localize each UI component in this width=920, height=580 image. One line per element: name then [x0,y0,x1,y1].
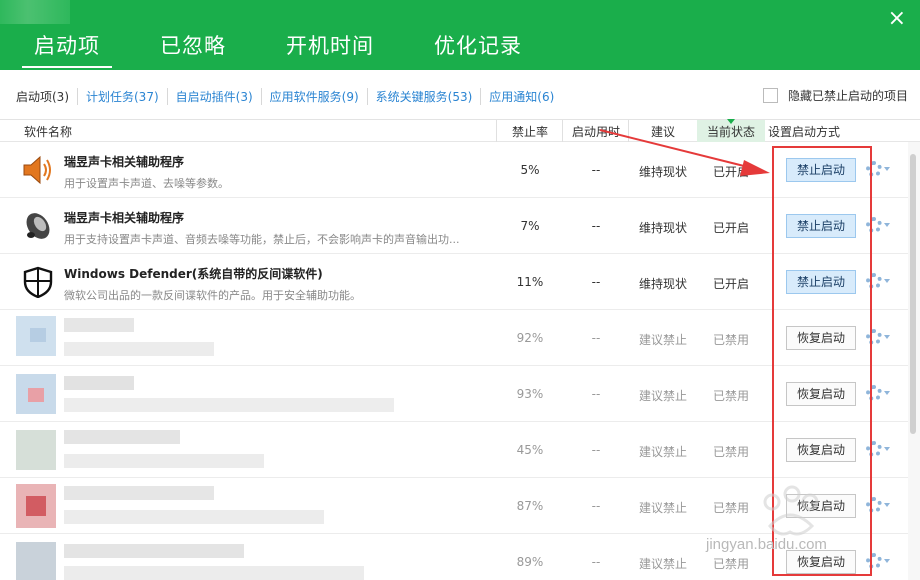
startup-manager-window: 启动项 已忽略 开机时间 优化记录 × 启动项(3) 计划任务(37) 自启动插… [0,0,920,580]
watermark-text: jingyan.baidu.com [706,536,827,553]
baidu-watermark-logo [763,485,819,536]
